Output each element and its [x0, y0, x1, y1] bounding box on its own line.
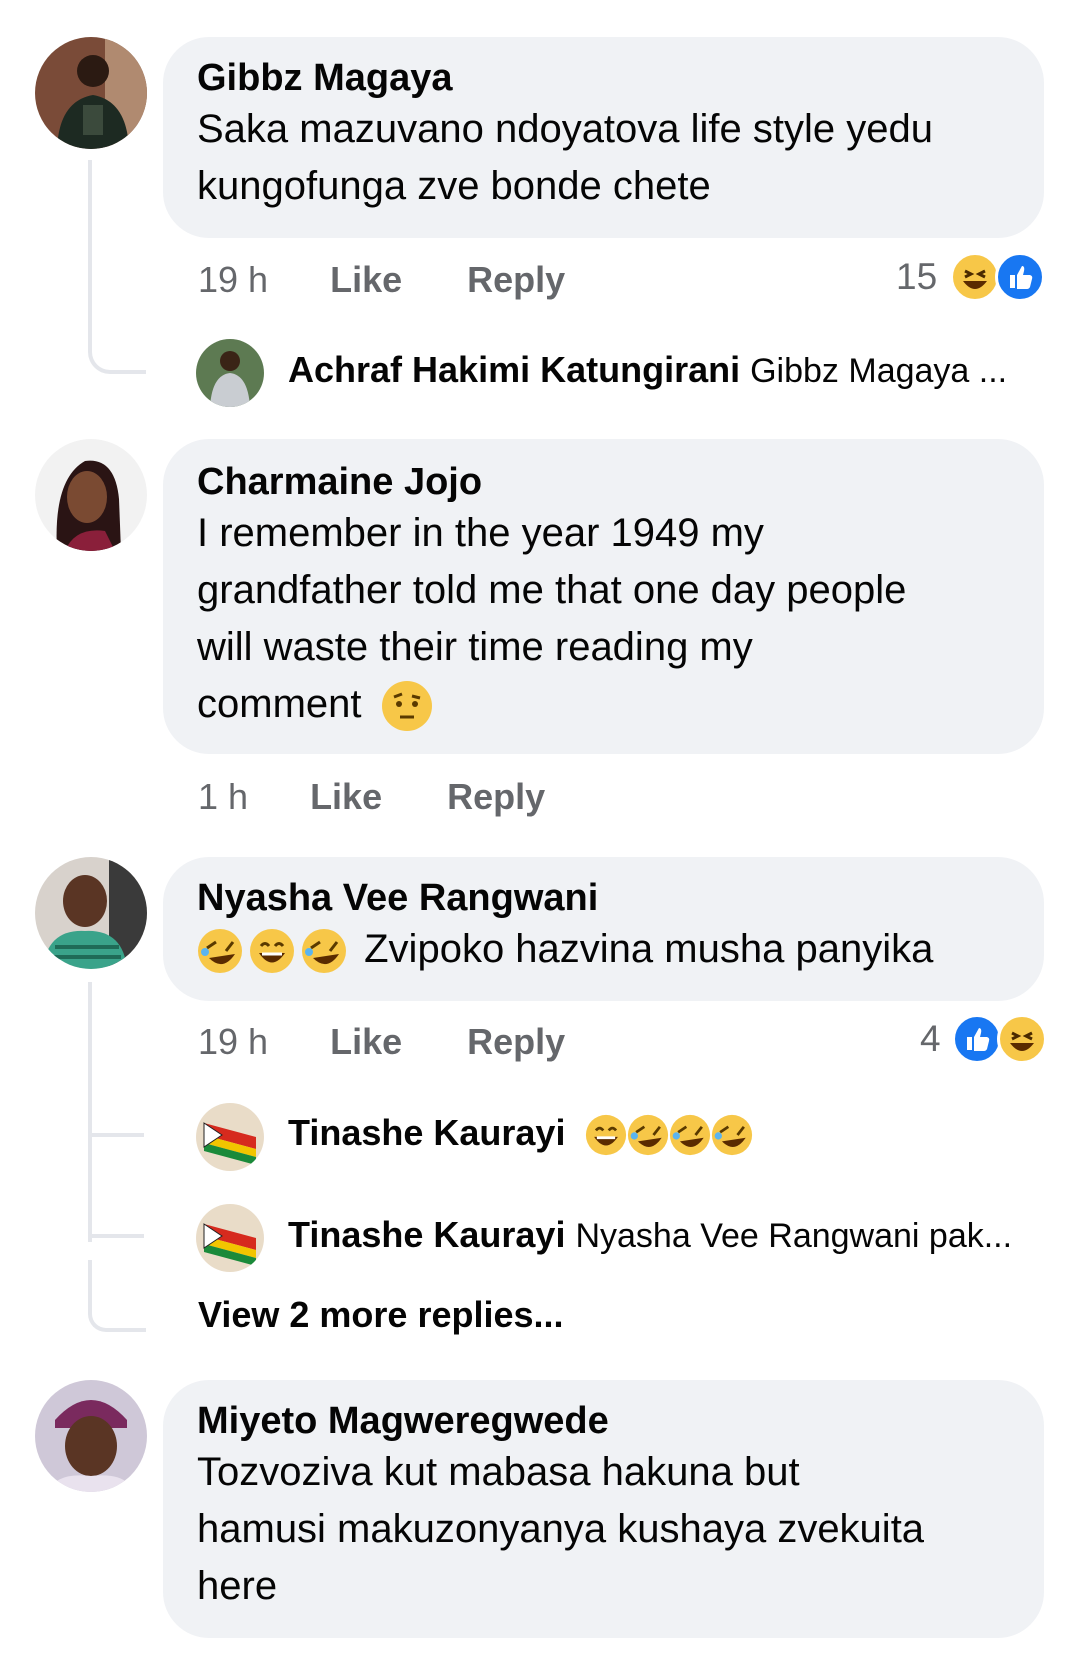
reply-author[interactable]: Tinashe Kaurayi — [288, 1214, 565, 1255]
thread-branch — [88, 1260, 146, 1332]
comment-author[interactable]: Miyeto Magweregwede — [197, 1398, 1010, 1444]
reply-author[interactable]: Achraf Hakimi Katungirani — [288, 349, 740, 390]
raised-eyebrow-emoji-icon — [381, 680, 433, 732]
comment-time[interactable]: 19 h — [198, 259, 268, 301]
like-button[interactable]: Like — [330, 1021, 402, 1063]
reply-button[interactable]: Reply — [447, 776, 545, 818]
thread-line — [88, 982, 92, 1242]
comment-bubble[interactable]: Nyasha Vee Rangwani Zvipoko hazvina mush… — [163, 857, 1044, 1001]
comment-text: comment — [197, 682, 362, 726]
comment-text: Saka mazuvano ndoyatova life style yedu — [197, 107, 933, 151]
rofl-emoji-icon — [711, 1114, 753, 1156]
reply-row[interactable]: Tinashe Kaurayi — [288, 1112, 753, 1156]
haha-icon — [950, 252, 1000, 302]
avatar-miyeto-magweregwede[interactable] — [35, 1380, 147, 1492]
comment-bubble[interactable]: Gibbz Magaya Saka mazuvano ndoyatova lif… — [163, 37, 1044, 238]
comment-author[interactable]: Charmaine Jojo — [197, 459, 1010, 505]
grinning-emoji-icon — [585, 1114, 627, 1156]
comment-time[interactable]: 19 h — [198, 1021, 268, 1063]
avatar-gibbz-magaya[interactable] — [35, 37, 147, 149]
comment-text-line: Zvipoko hazvina musha panyika — [197, 921, 1010, 978]
comment-text: Zvipoko hazvina musha panyika — [364, 927, 934, 971]
like-button[interactable]: Like — [330, 259, 402, 301]
comment-text: will waste their time reading my — [197, 625, 753, 669]
comment-actions: 1 h Like Reply — [198, 776, 545, 818]
reply-row[interactable]: Achraf Hakimi Katungirani Gibbz Magaya .… — [288, 349, 1007, 391]
reply-emojis — [585, 1112, 753, 1156]
comment-actions: 19 h Like Reply — [198, 1021, 565, 1063]
comment-author[interactable]: Nyasha Vee Rangwani — [197, 875, 1010, 921]
reaction-count[interactable]: 4 — [920, 1018, 941, 1060]
like-button[interactable]: Like — [310, 776, 382, 818]
reply-button[interactable]: Reply — [467, 259, 565, 301]
grinning-sweat-emoji-icon — [249, 928, 295, 974]
reaction-count[interactable]: 15 — [896, 256, 937, 298]
like-icon — [995, 252, 1045, 302]
comment-bubble[interactable]: Miyeto Magweregwede Tozvoziva kut mabasa… — [163, 1380, 1044, 1638]
rofl-emoji-icon — [627, 1114, 669, 1156]
comment-text: here — [197, 1564, 278, 1608]
thread-branch — [88, 1133, 144, 1137]
reply-button[interactable]: Reply — [467, 1021, 565, 1063]
like-icon — [952, 1014, 1002, 1064]
comment-text: grandfather told me that one day people — [197, 568, 907, 612]
reply-author[interactable]: Tinashe Kaurayi — [288, 1112, 565, 1153]
view-more-replies-link[interactable]: View 2 more replies... — [198, 1294, 564, 1336]
avatar-charmaine-jojo[interactable] — [35, 439, 147, 551]
rofl-emoji-icon — [301, 928, 347, 974]
comment-text: kungofunga zve bonde chete — [197, 164, 711, 208]
reply-preview: Nyasha Vee Rangwani pak... — [575, 1217, 1013, 1255]
comment-text: I remember in the year 1949 my — [197, 511, 764, 555]
thread-branch — [88, 1234, 144, 1238]
comment-text: Tozvoziva kut mabasa hakuna but — [197, 1450, 800, 1494]
haha-icon — [997, 1014, 1047, 1064]
rofl-emoji-icon — [197, 928, 243, 974]
reply-row[interactable]: Tinashe Kaurayi Nyasha Vee Rangwani pak.… — [288, 1214, 1012, 1256]
avatar-achraf[interactable] — [196, 339, 264, 407]
thread-branch — [88, 300, 146, 374]
rofl-emoji-icon — [669, 1114, 711, 1156]
comment-author[interactable]: Gibbz Magaya — [197, 55, 1010, 101]
avatar-nyasha-vee-rangwani[interactable] — [35, 857, 147, 969]
comment-text: hamusi makuzonyanya kushaya zvekuita — [197, 1507, 925, 1551]
avatar-tinashe-kaurayi[interactable] — [196, 1204, 264, 1272]
comment-time[interactable]: 1 h — [198, 776, 248, 818]
comment-actions: 19 h Like Reply — [198, 259, 565, 301]
comment-text-line: comment — [197, 676, 1010, 733]
comment-bubble[interactable]: Charmaine Jojo I remember in the year 19… — [163, 439, 1044, 754]
reply-preview: Gibbz Magaya ... — [750, 352, 1008, 390]
avatar-tinashe-kaurayi[interactable] — [196, 1103, 264, 1171]
